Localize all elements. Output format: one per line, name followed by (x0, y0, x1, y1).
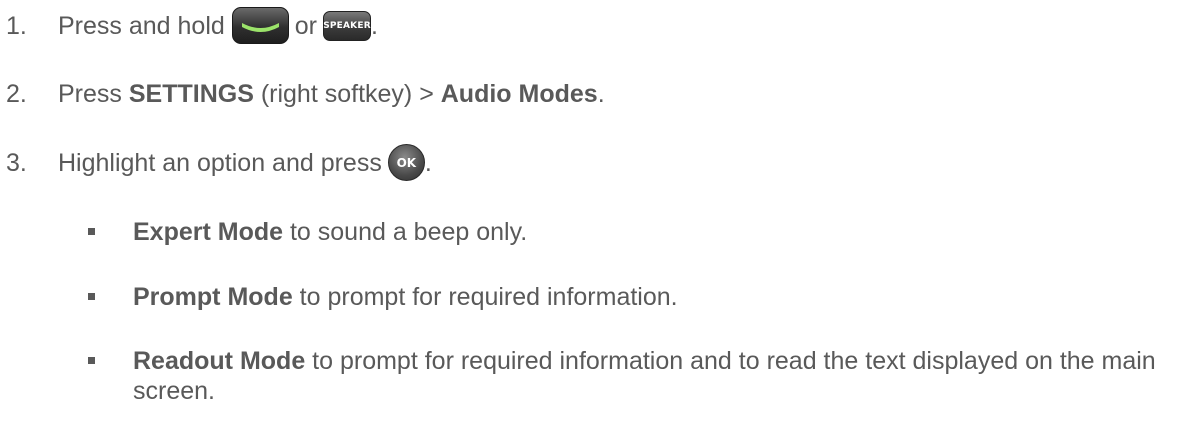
green-talk-key-icon (231, 7, 289, 44)
step-3: 3. Highlight an option and press OK . (6, 144, 432, 181)
step-end: . (371, 11, 378, 40)
option-description: to prompt for required information. (292, 283, 678, 311)
step-text: Highlight an option and press (58, 148, 382, 177)
option-description: to sound a beep only. (283, 218, 528, 246)
bullet-icon (88, 357, 95, 364)
option-name: Readout Mode (133, 347, 306, 375)
list-item-text: Expert Mode to sound a beep only. (133, 217, 1178, 247)
speaker-key-icon: SPEAKER (323, 10, 372, 41)
step-connector: or (294, 11, 318, 40)
list-item-readout-mode: Readout Mode to prompt for required info… (88, 346, 1178, 406)
step-text: Press SETTINGS (right softkey) > Audio M… (58, 79, 605, 109)
step-number: 2. (6, 80, 27, 108)
bullet-icon (88, 293, 95, 300)
step-text-middle: (right softkey) > (253, 80, 441, 108)
option-name: Prompt Mode (133, 283, 293, 311)
step-1: 1. Press and hold or SPEAKER . (6, 7, 378, 44)
step-number: 1. (6, 11, 27, 40)
step-end: . (424, 148, 432, 177)
step-text: Press and hold (58, 11, 225, 40)
list-item-text: Readout Mode to prompt for required info… (133, 346, 1178, 406)
step-end: . (597, 80, 605, 108)
step-number: 3. (6, 148, 27, 177)
list-item-expert-mode: Expert Mode to sound a beep only. (88, 217, 1178, 247)
settings-label: SETTINGS (128, 80, 254, 108)
bullet-icon (88, 228, 95, 235)
step-2: 2. Press SETTINGS (right softkey) > Audi… (6, 79, 605, 109)
list-item-prompt-mode: Prompt Mode to prompt for required infor… (88, 282, 1178, 312)
option-name: Expert Mode (133, 218, 284, 246)
list-item-text: Prompt Mode to prompt for required infor… (133, 282, 1178, 312)
ok-key-icon: OK (387, 144, 425, 181)
audio-modes-label: Audio Modes (440, 80, 598, 108)
step-text-before: Press (58, 80, 129, 108)
